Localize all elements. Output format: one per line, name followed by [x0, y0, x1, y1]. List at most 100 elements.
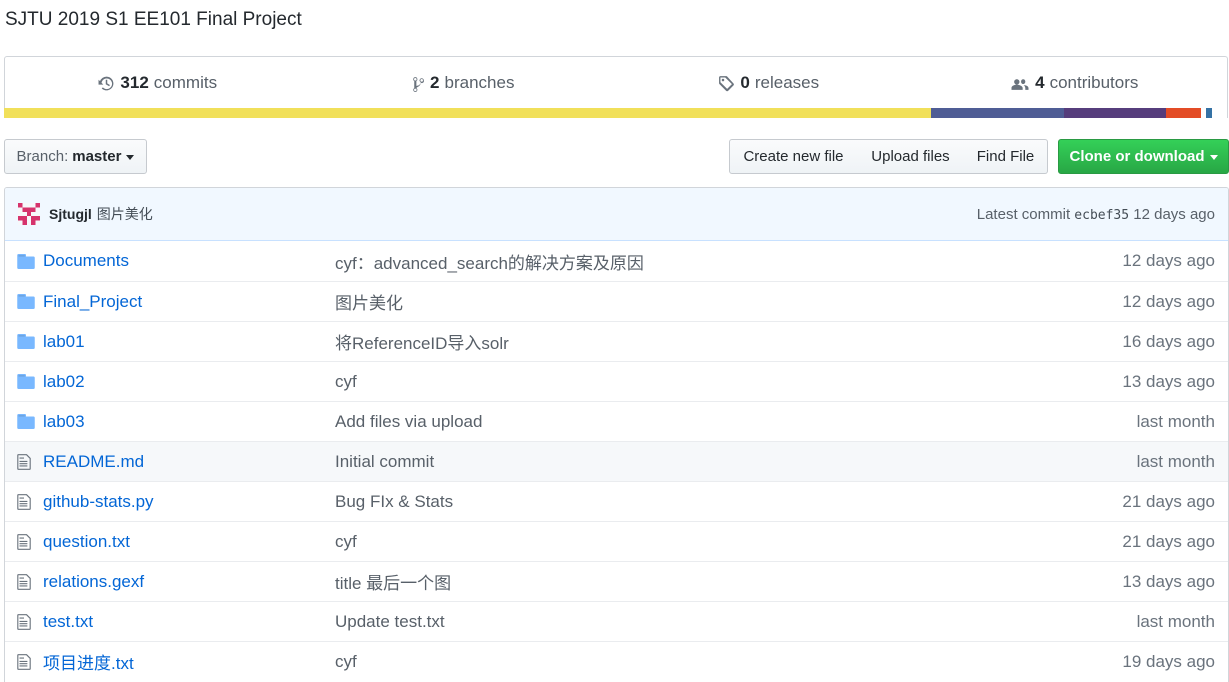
folder-icon-wrap — [17, 414, 43, 429]
language-segment[interactable] — [1205, 108, 1213, 118]
file-commit-message[interactable]: Bug FIx & Stats — [335, 492, 453, 512]
file-name-link[interactable]: relations.gexf — [43, 572, 335, 592]
file-icon-wrap — [17, 493, 43, 511]
folder-icon — [17, 334, 35, 349]
tag-icon — [719, 75, 735, 91]
file-name-link[interactable]: lab01 — [43, 332, 335, 352]
file-icon — [17, 453, 31, 470]
branches-count: 2 — [430, 73, 440, 92]
file-name-link[interactable]: lab02 — [43, 372, 335, 392]
history-icon — [98, 76, 114, 90]
commits-count: 312 — [120, 73, 149, 92]
file-commit-age: last month — [1136, 611, 1215, 631]
file-browser: Sjtugjl 图片美化 Latest commit ecbef35 12 da… — [4, 187, 1229, 682]
file-icon-wrap — [17, 453, 43, 471]
language-segment[interactable] — [930, 108, 1064, 118]
repo-description: SJTU 2019 S1 EE101 Final Project — [5, 9, 302, 30]
branch-select-button[interactable]: Branch: master — [4, 139, 147, 174]
file-name-link[interactable]: Final_Project — [43, 292, 335, 312]
file-list: Documents cyf：advanced_search的解决方案及原因 12 d… — [5, 241, 1228, 681]
file-row[interactable]: question.txt cyf 21 days ago — [5, 521, 1228, 561]
file-icon-wrap — [17, 613, 43, 631]
file-icon — [17, 653, 31, 670]
language-segment[interactable] — [4, 108, 931, 118]
file-name-link[interactable]: github-stats.py — [43, 492, 335, 512]
file-row[interactable]: Final_Project 图片美化 12 days ago — [5, 281, 1228, 321]
git-branch-icon — [413, 76, 424, 92]
caret-down-icon — [1209, 155, 1218, 160]
contributors-count: 4 — [1035, 73, 1045, 92]
clone-or-download-button[interactable]: Clone or download — [1058, 139, 1229, 174]
people-icon — [1011, 78, 1029, 90]
contributors-label: contributors — [1049, 73, 1139, 92]
file-name-link[interactable]: lab03 — [43, 412, 335, 432]
file-row[interactable]: lab03 Add files via upload last month — [5, 401, 1228, 441]
file-commit-age: 19 days ago — [1122, 651, 1215, 671]
file-row[interactable]: relations.gexf title 最后一个图 13 days ago — [5, 561, 1228, 601]
folder-icon — [17, 294, 35, 309]
file-name-link[interactable]: Documents — [43, 251, 335, 271]
file-row[interactable]: lab01 将ReferenceID导入solr 16 days ago — [5, 321, 1228, 361]
commit-message[interactable]: 图片美化 — [97, 204, 153, 224]
file-name-link[interactable]: README.md — [43, 452, 335, 472]
file-name-link[interactable]: test.txt — [43, 612, 335, 632]
file-commit-message[interactable]: cyf — [335, 532, 357, 552]
file-row[interactable]: test.txt Update test.txt last month — [5, 601, 1228, 641]
file-commit-age: last month — [1136, 411, 1215, 431]
file-row[interactable]: lab02 cyf 13 days ago — [5, 361, 1228, 401]
file-navigation: Branch: master Create new file Upload fi… — [4, 139, 1229, 174]
file-commit-message[interactable]: cyf：advanced_search的解决方案及原因 — [335, 249, 644, 274]
language-bar[interactable] — [4, 108, 1228, 118]
language-segment[interactable] — [1165, 108, 1202, 118]
commits-link[interactable]: 312 commits — [5, 57, 311, 109]
releases-count: 0 — [740, 73, 750, 92]
commit-sha[interactable]: ecbef35 — [1074, 208, 1129, 223]
latest-commit-prefix: Latest commit — [976, 205, 1071, 223]
file-commit-age: 21 days ago — [1122, 531, 1215, 551]
file-name-link[interactable]: question.txt — [43, 532, 335, 552]
commit-author[interactable]: Sjtugjl — [49, 206, 92, 222]
clone-label: Clone or download — [1069, 148, 1205, 165]
folder-icon-wrap — [17, 374, 43, 389]
file-commit-message[interactable]: 将ReferenceID导入solr — [335, 329, 509, 354]
file-icon-wrap — [17, 653, 43, 671]
file-commit-message[interactable]: cyf — [335, 652, 357, 672]
commits-label: commits — [153, 73, 218, 92]
releases-link[interactable]: 0 releases — [616, 57, 922, 109]
file-row[interactable]: README.md Initial commit last month — [5, 441, 1228, 481]
file-commit-message[interactable]: cyf — [335, 372, 357, 392]
file-icon — [17, 493, 31, 510]
stats-bar: 312 commits 2 branches 0 releases 4 cont… — [5, 57, 1227, 109]
file-commit-age: 12 days ago — [1122, 251, 1215, 270]
branches-link[interactable]: 2 branches — [311, 57, 617, 109]
file-commit-message[interactable]: Initial commit — [335, 452, 434, 472]
upload-files-button[interactable]: Upload files — [857, 139, 965, 174]
file-name-link[interactable]: 项目进度.txt — [43, 649, 335, 674]
file-row[interactable]: Documents cyf：advanced_search的解决方案及原因 12 d… — [5, 241, 1228, 281]
file-commit-message[interactable]: 图片美化 — [335, 289, 403, 314]
file-commit-message[interactable]: title 最后一个图 — [335, 569, 451, 594]
releases-label: releases — [754, 73, 820, 92]
folder-icon-wrap — [17, 294, 43, 309]
file-row[interactable]: 项目进度.txt cyf 19 days ago — [5, 641, 1228, 681]
commit-age: 12 days ago — [1133, 205, 1215, 223]
file-icon — [17, 533, 31, 550]
file-row[interactable]: github-stats.py Bug FIx & Stats 21 days ag… — [5, 481, 1228, 521]
latest-commit-info: Latest commit ecbef35 12 days ago — [977, 206, 1215, 223]
file-commit-message[interactable]: Add files via upload — [335, 412, 482, 432]
folder-icon — [17, 253, 35, 269]
repo-summary: 312 commits 2 branches 0 releases 4 cont… — [4, 56, 1228, 118]
find-file-button[interactable]: Find File — [964, 139, 1048, 174]
file-commit-message[interactable]: Update test.txt — [335, 612, 445, 632]
contributors-link[interactable]: 4 contributors — [922, 57, 1228, 109]
latest-commit-bar: Sjtugjl 图片美化 Latest commit ecbef35 12 da… — [5, 188, 1228, 241]
file-commit-age: 13 days ago — [1122, 371, 1215, 391]
file-commit-age: 12 days ago — [1122, 291, 1215, 311]
language-segment[interactable] — [1063, 108, 1166, 118]
file-icon — [17, 573, 31, 590]
avatar[interactable] — [18, 203, 40, 225]
branches-label: branches — [444, 73, 515, 92]
create-new-file-button[interactable]: Create new file — [729, 139, 858, 174]
folder-icon-wrap — [17, 334, 43, 349]
file-icon — [17, 613, 31, 630]
